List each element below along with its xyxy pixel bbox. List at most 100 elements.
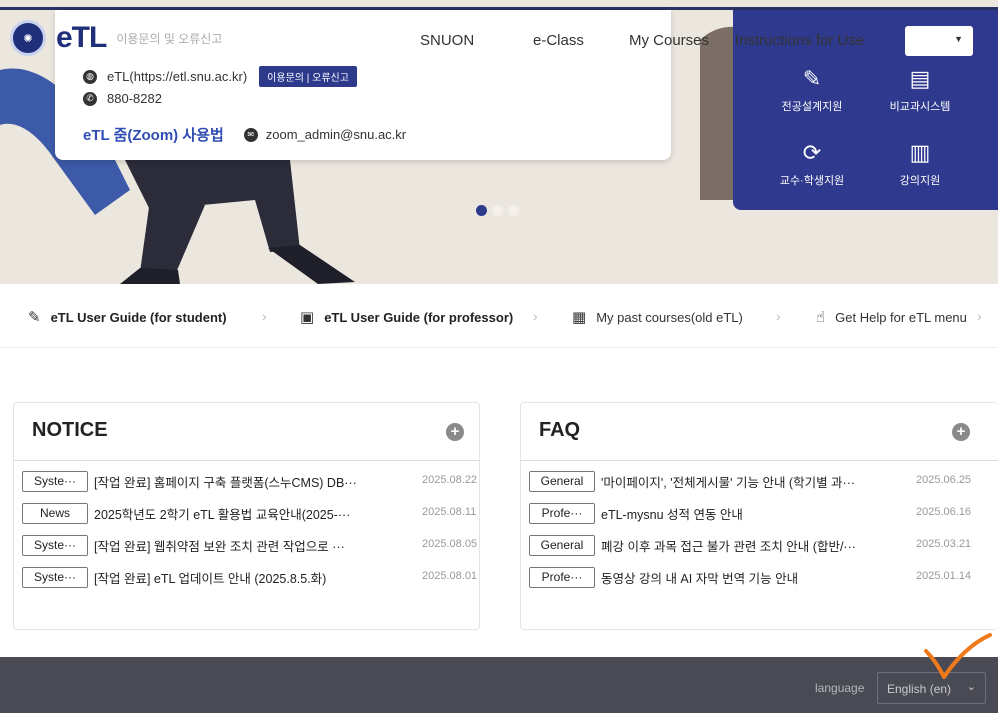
faq-row-title[interactable]: '마이페이지', '전체게시물' 기능 안내 (학기별 과··· xyxy=(601,472,905,491)
help-hand-icon: ☝ xyxy=(816,309,826,326)
calendar-icon: ▦ xyxy=(572,309,587,326)
guide-student-link[interactable]: ✎ eTL User Guide (for student) xyxy=(28,308,227,326)
notice-row[interactable]: News 2025학년도 2학기 eTL 활용법 교육안내(2025-··· 2… xyxy=(22,502,476,524)
checkmark-annotation-icon xyxy=(924,633,992,679)
language-select-value: English (en) xyxy=(887,682,952,696)
phone-row: ✆ 880-8282 xyxy=(83,91,162,106)
faq-row-title[interactable]: eTL-mysnu 성적 연동 안내 xyxy=(601,504,905,523)
guide-label: Get Help for eTL menu xyxy=(835,309,967,325)
faq-row-date: 2025.01.14 xyxy=(916,570,972,582)
document-search-icon: ▤ xyxy=(909,66,931,91)
category-badge: Profe··· xyxy=(529,502,595,524)
notice-row[interactable]: Syste··· [작업 완료] 홈페이지 구축 플랫폼(스누CMS) DB··… xyxy=(22,470,477,492)
header-dropdown[interactable]: ▼ xyxy=(905,26,973,56)
divider xyxy=(521,460,998,461)
site-logo[interactable]: ✺ eTL 이용문의 및 오류신고 xyxy=(10,20,222,56)
notice-board: NOTICE + Syste··· [작업 완료] 홈페이지 구축 플랫폼(스누… xyxy=(13,402,480,630)
support-icon: ⟳ xyxy=(802,140,822,165)
user-guide-bar: ✎ eTL User Guide (for student) › ▣ eTL U… xyxy=(0,284,998,348)
guide-label: eTL User Guide (for student) xyxy=(50,309,227,325)
notice-row-title[interactable]: [작업 완료] eTL 업데이트 안내 (2025.8.5.화) xyxy=(94,568,394,587)
get-help-link[interactable]: ☝ Get Help for eTL menu xyxy=(816,308,967,326)
notice-row-title[interactable]: 2025학년도 2학기 eTL 활용법 교육안내(2025-··· xyxy=(94,504,394,523)
nav-eclass[interactable]: e-Class xyxy=(533,32,584,49)
mail-icon: ✉ xyxy=(243,127,258,142)
nav-my-courses[interactable]: My Courses xyxy=(629,32,709,49)
faq-row-title[interactable]: 폐강 이후 과목 접근 불가 관련 조치 안내 (합반/··· xyxy=(601,536,905,555)
divider xyxy=(14,460,479,461)
guide-label: My past courses(old eTL) xyxy=(596,309,743,325)
carousel-dot-1[interactable] xyxy=(476,205,487,216)
top-navigation: ✺ eTL 이용문의 및 오류신고 SNUON e-Class My Cours… xyxy=(0,10,998,68)
chevron-right-icon: › xyxy=(262,308,267,324)
quick-link-label: 강의지원 xyxy=(899,175,941,187)
category-badge: General xyxy=(529,470,595,492)
phone-icon: ✆ xyxy=(83,91,97,106)
quick-link-extracurricular[interactable]: ▤ 비교과시스템 xyxy=(865,66,975,114)
pencil-user-icon: ✎ xyxy=(802,66,822,91)
nav-instructions[interactable]: Instructions for Use xyxy=(735,32,864,49)
quick-link-major-design[interactable]: ✎ 전공설계지원 xyxy=(757,66,867,114)
notice-row-title[interactable]: [작업 완료] 홈페이지 구축 플랫폼(스누CMS) DB··· xyxy=(94,472,394,491)
language-label: language xyxy=(815,681,865,695)
site-url-row: ◍ eTL(https://etl.snu.ac.kr) 이용문의 | 오류신고 xyxy=(83,66,357,87)
globe-icon: ◍ xyxy=(83,69,97,84)
site-footer: language English (en) ⌄ xyxy=(0,657,998,713)
quick-link-label: 교수·학생지원 xyxy=(779,175,845,187)
category-badge: News xyxy=(22,502,88,524)
zoom-email[interactable]: ✉ zoom_admin@snu.ac.kr xyxy=(243,127,407,142)
quick-link-lecture-support[interactable]: ▥ 강의지원 xyxy=(865,140,975,188)
caret-down-icon: ▼ xyxy=(954,34,963,44)
faq-row[interactable]: Profe··· eTL-mysnu 성적 연동 안내 2025.06.16 xyxy=(529,502,971,524)
carousel-dot-2[interactable] xyxy=(492,205,503,216)
faq-row-date: 2025.06.16 xyxy=(916,506,972,518)
faq-row[interactable]: Profe··· 동영상 강의 내 AI 자막 번역 기능 안내 2025.01… xyxy=(529,566,971,588)
logo-text: eTL xyxy=(56,21,107,54)
quick-link-label: 비교과시스템 xyxy=(889,101,951,113)
zoom-row: eTL 줌(Zoom) 사용법 ✉ zoom_admin@snu.ac.kr xyxy=(83,124,406,145)
faq-row[interactable]: General '마이페이지', '전체게시물' 기능 안내 (학기별 과···… xyxy=(529,470,971,492)
presentation-icon: ▣ xyxy=(300,309,315,326)
quick-link-label: 전공설계지원 xyxy=(781,101,843,113)
guide-professor-link[interactable]: ▣ eTL User Guide (for professor) xyxy=(300,308,513,326)
category-badge: Syste··· xyxy=(22,566,88,588)
category-badge: Syste··· xyxy=(22,534,88,556)
notice-more-button[interactable]: + xyxy=(446,423,464,441)
category-badge: General xyxy=(529,534,595,556)
chevron-right-icon: › xyxy=(533,308,538,324)
faq-title: FAQ xyxy=(539,419,581,441)
notice-title: NOTICE xyxy=(32,419,108,441)
contact-report-button[interactable]: 이용문의 | 오류신고 xyxy=(259,66,357,87)
notice-row-title[interactable]: [작업 완료] 웹취약점 보완 조치 관련 작업으로 ··· xyxy=(94,536,394,555)
past-courses-link[interactable]: ▦ My past courses(old eTL) xyxy=(572,308,743,326)
notice-row[interactable]: Syste··· [작업 완료] eTL 업데이트 안내 (2025.8.5.화… xyxy=(22,566,477,588)
carousel-dot-3[interactable] xyxy=(508,205,519,216)
site-url-text: eTL(https://etl.snu.ac.kr) xyxy=(107,69,248,84)
notice-row[interactable]: Syste··· [작업 완료] 웹취약점 보완 조치 관련 작업으로 ··· … xyxy=(22,534,477,556)
zoom-email-text: zoom_admin@snu.ac.kr xyxy=(265,127,407,142)
chevron-right-icon: › xyxy=(776,308,781,324)
notice-row-date: 2025.08.11 xyxy=(422,506,477,518)
nav-snuon[interactable]: SNUON xyxy=(420,32,474,49)
notice-row-date: 2025.08.05 xyxy=(422,538,478,550)
notice-row-date: 2025.08.01 xyxy=(422,570,478,582)
chevron-down-icon: ⌄ xyxy=(966,681,976,693)
category-badge: Profe··· xyxy=(529,566,595,588)
phone-number: 880-8282 xyxy=(107,91,162,106)
book-icon: ▥ xyxy=(909,140,931,165)
guide-label: eTL User Guide (for professor) xyxy=(324,309,514,325)
faq-row-date: 2025.03.21 xyxy=(916,538,972,550)
carousel-dots xyxy=(476,205,519,216)
faq-row-title[interactable]: 동영상 강의 내 AI 자막 번역 기능 안내 xyxy=(601,568,905,587)
faq-row-date: 2025.06.25 xyxy=(916,474,972,486)
university-seal-icon: ✺ xyxy=(10,20,46,56)
chevron-right-icon: › xyxy=(977,308,982,324)
zoom-guide-link[interactable]: eTL 줌(Zoom) 사용법 xyxy=(83,124,224,145)
faq-row[interactable]: General 폐강 이후 과목 접근 불가 관련 조치 안내 (합반/··· … xyxy=(529,534,971,556)
faq-board: FAQ + General '마이페이지', '전체게시물' 기능 안내 (학기… xyxy=(520,402,998,630)
edit-note-icon: ✎ xyxy=(28,309,41,326)
category-badge: Syste··· xyxy=(22,470,88,492)
logo-subtitle: 이용문의 및 오류신고 xyxy=(116,31,223,46)
quick-link-support[interactable]: ⟳ 교수·학생지원 xyxy=(757,140,867,188)
faq-more-button[interactable]: + xyxy=(952,423,970,441)
